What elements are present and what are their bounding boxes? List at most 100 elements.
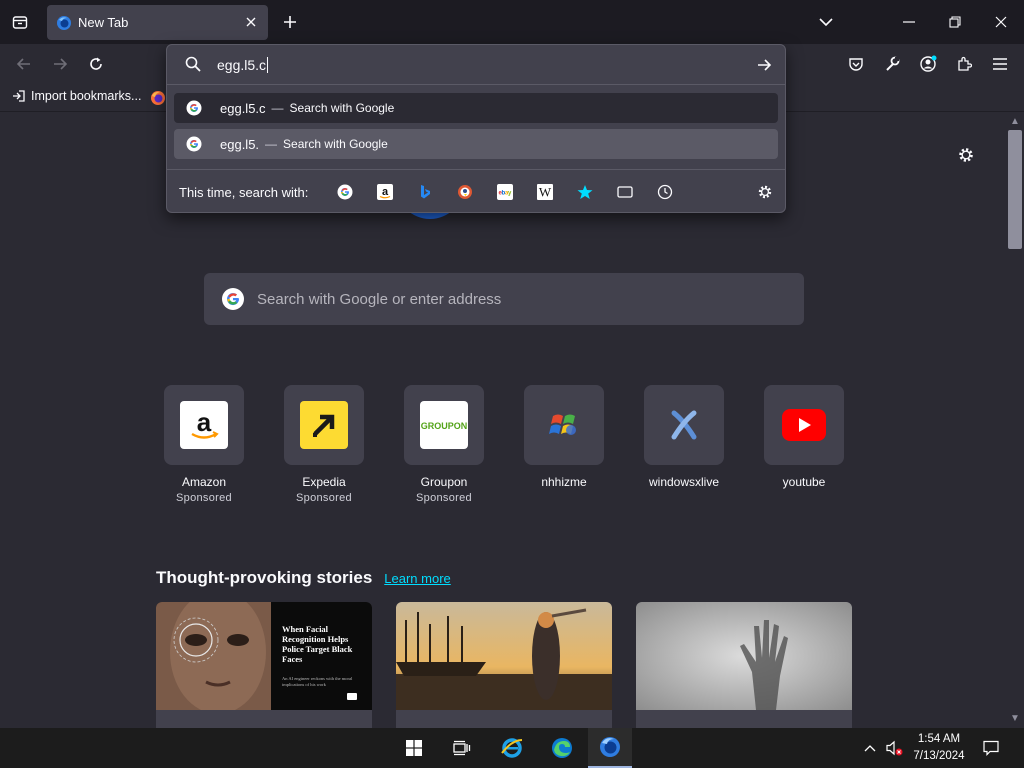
top-site-groupon[interactable]: GROUPON Groupon Sponsored (404, 385, 484, 504)
task-view-icon (453, 740, 471, 756)
top-site-amazon[interactable]: a Amazon Sponsored (164, 385, 244, 504)
suggestion-separator: — (271, 101, 284, 115)
close-icon (995, 16, 1007, 28)
show-hidden-icons-button[interactable] (860, 728, 880, 768)
firefox-bookmark[interactable] (150, 90, 166, 106)
learn-more-link[interactable]: Learn more (384, 571, 450, 586)
close-window-button[interactable] (985, 8, 1017, 36)
account-icon (920, 55, 937, 72)
duckduckgo-icon (458, 185, 472, 199)
scrollbar-thumb[interactable] (1008, 130, 1022, 249)
minimize-icon (903, 21, 915, 23)
google-icon (221, 287, 245, 311)
extensions-button[interactable] (950, 50, 978, 78)
scroll-down-icon[interactable]: ▼ (1009, 713, 1021, 725)
clock-icon (657, 184, 673, 200)
chevron-up-icon (864, 745, 876, 752)
youtube-icon (780, 401, 828, 449)
arrow-right-icon (758, 59, 772, 71)
google-engine-button[interactable] (335, 182, 355, 202)
volume-button[interactable] (883, 728, 905, 768)
new-tab-button[interactable] (278, 10, 302, 34)
bing-engine-button[interactable] (415, 182, 435, 202)
ebay-engine-button[interactable]: ebay (495, 182, 515, 202)
task-view-button[interactable] (440, 728, 484, 768)
story-card[interactable]: When Facial Recognition Helps Police Tar… (156, 602, 372, 728)
tab-list-icon (12, 16, 28, 29)
action-center-button[interactable] (980, 728, 1002, 768)
search-placeholder: Search with Google or enter address (257, 290, 502, 308)
star-icon (577, 185, 593, 199)
bookmarks-engine-button[interactable] (575, 182, 595, 202)
top-site-youtube[interactable]: youtube (764, 385, 844, 489)
address-input[interactable]: egg.l5.c (217, 57, 269, 73)
top-site-nhhizme[interactable]: nhhizme (524, 385, 604, 489)
story-headline: When Facial Recognition Helps Police Tar… (282, 624, 353, 664)
internet-explorer-icon (501, 738, 523, 758)
tab-icon (617, 186, 633, 198)
svg-text:W: W (539, 185, 552, 200)
suggestion-row-selected[interactable]: egg.l5. — Search with Google (174, 129, 778, 159)
puzzle-icon (958, 56, 972, 71)
chevron-down-icon (819, 18, 833, 27)
tab-title: New Tab (78, 15, 129, 30)
wikipedia-engine-button[interactable]: W (535, 182, 555, 202)
list-tabs-chevron-button[interactable] (810, 8, 842, 36)
stories-title: Thought-provoking stories (156, 568, 373, 587)
scroll-up-icon[interactable]: ▲ (1009, 116, 1021, 128)
taskbar-firefox[interactable] (588, 728, 632, 768)
taskbar-clock[interactable]: 1:54 AM 7/13/2024 (905, 731, 973, 765)
taskbar-internet-explorer[interactable] (490, 728, 534, 768)
go-button[interactable] (753, 54, 775, 76)
windowsxlive-icon (660, 401, 708, 449)
search-settings-button[interactable] (755, 182, 775, 202)
address-input-value: egg.l5.c (217, 57, 267, 73)
groupon-icon: GROUPON (420, 401, 468, 449)
search-icon (185, 56, 201, 77)
top-site-expedia[interactable]: Expedia Sponsored (284, 385, 364, 504)
account-button[interactable] (914, 50, 942, 78)
pocket-button[interactable] (842, 50, 870, 78)
tab-strip: New Tab (0, 0, 1024, 44)
list-all-tabs-button[interactable] (6, 8, 34, 36)
forward-button[interactable] (46, 50, 74, 78)
customize-newtab-button[interactable] (955, 144, 977, 166)
restore-button[interactable] (939, 8, 971, 36)
arrow-right-icon (54, 58, 68, 70)
import-bookmarks-label: Import bookmarks... (31, 89, 142, 103)
app-menu-button[interactable] (986, 50, 1014, 78)
arrow-left-icon (16, 58, 30, 70)
import-icon (13, 90, 25, 102)
firefox-icon (56, 15, 72, 31)
duckduckgo-engine-button[interactable] (455, 182, 475, 202)
newtab-search-box[interactable]: Search with Google or enter address (204, 273, 804, 325)
suggestion-text: egg.l5. (220, 136, 260, 152)
back-button[interactable] (10, 50, 38, 78)
story-card[interactable] (396, 602, 612, 728)
top-site-windowsxlive[interactable]: windowsxlive (644, 385, 724, 489)
tab-new-tab[interactable]: New Tab (47, 5, 268, 40)
tile-label: windowsxlive (648, 475, 720, 489)
story-card[interactable] (636, 602, 852, 728)
ebay-icon: ebay (497, 184, 513, 200)
history-engine-button[interactable] (655, 182, 675, 202)
google-icon (337, 184, 353, 200)
amazon-engine-button[interactable]: a (375, 182, 395, 202)
tabs-engine-button[interactable] (615, 182, 635, 202)
address-bar[interactable]: egg.l5.c (167, 45, 785, 85)
story-subhead: An AI engineer reckons with the moral im… (282, 676, 353, 687)
start-button[interactable] (392, 728, 436, 768)
taskbar-edge[interactable] (540, 728, 584, 768)
svg-text:a: a (382, 186, 389, 198)
close-tab-icon[interactable] (242, 13, 260, 31)
suggestion-text: egg.l5.c (220, 100, 266, 116)
reload-button[interactable] (82, 50, 110, 78)
minimize-button[interactable] (893, 8, 925, 36)
import-bookmarks-button[interactable]: Import bookmarks... (12, 89, 141, 103)
gear-icon (959, 148, 973, 162)
developer-tools-button[interactable] (878, 50, 906, 78)
suggestion-separator: — (265, 137, 278, 151)
plus-icon (284, 16, 296, 28)
tile-label: youtube (782, 475, 826, 489)
suggestion-row[interactable]: egg.l5.c — Search with Google (174, 93, 778, 123)
